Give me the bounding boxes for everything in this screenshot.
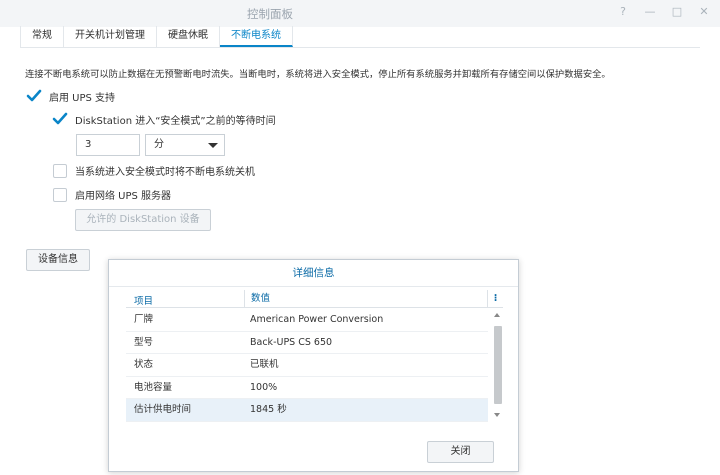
wait-time-label: DiskStation 进入“安全模式”之前的等待时间 [75,116,276,127]
wait-time-input[interactable]: 3 [76,134,140,156]
table-row[interactable]: 厂牌 American Power Conversion [126,309,488,332]
tab-general[interactable]: 常规 [20,26,64,47]
enable-ups-label: 启用 UPS 支持 [49,93,116,104]
dialog-title: 详细信息 [109,260,518,287]
table-row[interactable]: 型号 Back-UPS CS 650 [126,332,488,354]
row-key: 电池容量 [134,381,173,393]
window-controls: ? — □ ✕ [617,5,710,18]
row-key: 估计供电时间 [134,404,192,415]
wait-time-unit-value: 分 [154,139,164,150]
details-grid: 项目 数值 ⁝ 厂牌 American Power Conversion 型号 … [126,290,503,458]
table-row[interactable]: 电池容量 100% [126,377,488,399]
row-value: 100% [250,381,278,393]
grid-body: 厂牌 American Power Conversion 型号 Back-UPS… [126,309,488,422]
column-header-item[interactable]: 项目 [134,293,153,307]
network-ups-checkbox[interactable] [53,187,67,202]
tab-bar: 常规 开关机计划管理 硬盘休眠 不断电系统 [20,26,700,48]
row-key: 厂牌 [134,314,154,325]
enable-ups-row[interactable]: 启用 UPS 支持 [26,89,116,104]
ups-description: 连接不断电系统可以防止数据在无预警断电时流失。当断电时，系统将进入安全模式，停止… [25,69,611,80]
table-row-selected[interactable]: 估计供电时间 1845 秒 [126,399,488,422]
network-ups-row[interactable]: 启用网络 UPS 服务器 [53,187,171,202]
vertical-scrollbar[interactable] [493,310,503,420]
column-menu-icon[interactable]: ⁝ [487,290,503,308]
row-key: 状态 [134,359,154,370]
wait-time-unit-select[interactable]: 分 [145,134,225,156]
maximize-icon[interactable]: □ [671,5,683,18]
scroll-down-icon[interactable] [494,413,500,417]
close-button[interactable]: 关闭 [427,441,494,463]
row-value: 已联机 [250,359,279,370]
scroll-up-icon[interactable] [494,313,500,317]
allowed-devices-button[interactable]: 允许的 DiskStation 设备 [75,209,211,231]
wait-time-checkbox[interactable] [52,112,68,127]
device-info-button[interactable]: 设备信息 [26,249,90,271]
chevron-down-icon [208,143,218,148]
row-value: American Power Conversion [250,314,384,325]
enable-ups-checkbox[interactable] [26,89,42,104]
close-icon[interactable]: ✕ [698,5,710,18]
title-bar: 控制面板 ? — □ ✕ [0,0,720,27]
column-header-value[interactable]: 数值 [244,290,270,308]
scrollbar-thumb[interactable] [494,326,502,404]
row-key: 型号 [134,336,154,348]
tab-hdd-hibernation[interactable]: 硬盘休眠 [157,26,220,47]
wait-time-row[interactable]: DiskStation 进入“安全模式”之前的等待时间 [52,112,276,127]
minimize-icon[interactable]: — [644,5,656,18]
network-ups-label: 启用网络 UPS 服务器 [75,191,172,202]
shutdown-ups-row[interactable]: 当系统进入安全模式时将不断电系统关机 [53,163,255,178]
shutdown-ups-label: 当系统进入安全模式时将不断电系统关机 [75,167,255,178]
help-icon[interactable]: ? [617,5,629,18]
tab-power-schedule[interactable]: 开关机计划管理 [64,26,157,47]
row-value: Back-UPS CS 650 [250,336,333,348]
checkmark-icon [52,112,68,124]
table-row[interactable]: 状态 已联机 [126,354,488,377]
shutdown-ups-checkbox[interactable] [53,163,67,178]
tab-ups[interactable]: 不断电系统 [220,26,293,47]
checkmark-icon [26,89,42,101]
details-dialog: 详细信息 项目 数值 ⁝ 厂牌 American Power Conversio… [108,259,519,472]
window-title: 控制面板 [247,7,293,21]
row-value: 1845 秒 [250,404,287,415]
grid-header: 项目 数值 ⁝ [126,290,503,308]
